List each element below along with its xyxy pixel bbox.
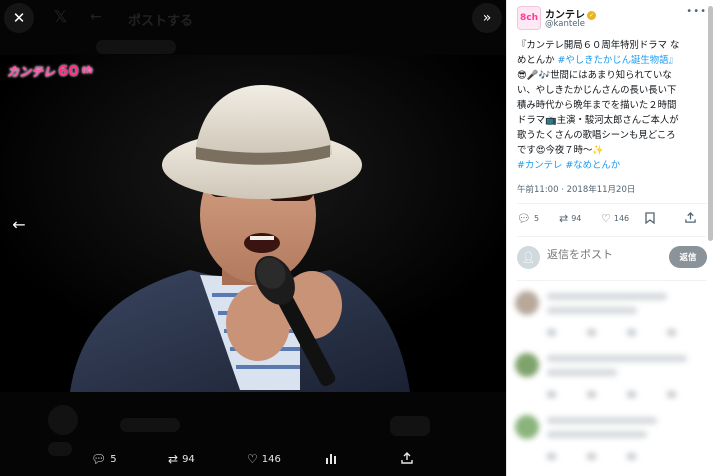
post-timestamp[interactable]: 午前11:00 · 2018年11月20日 [517, 183, 635, 195]
views-button[interactable] [325, 452, 337, 464]
share-icon [401, 452, 413, 464]
man-with-microphone-photo [0, 55, 506, 392]
arrow-left-icon: ← [12, 214, 26, 234]
like-button[interactable]: ♡ 146 [247, 452, 281, 466]
more-dots-icon: ••• [686, 6, 707, 17]
list-item [515, 409, 711, 471]
divider [517, 280, 707, 281]
x-logo-icon: 𝕏 [54, 7, 67, 26]
avatar[interactable]: 8ch [517, 6, 541, 30]
hashtag-links[interactable]: #カンテレ #なめとんか [517, 158, 707, 173]
heart-icon: ♡ [601, 212, 611, 225]
author-row: 8ch カンテレ ✓ @kantele ••• [517, 6, 709, 36]
repost-button[interactable]: ⇄ 94 [168, 452, 195, 466]
post-text: 『カンテレ開局６０周年特別ドラマ な めとんか #やしきたかじん誕生物語』 😎🎤… [517, 38, 707, 173]
list-item [515, 285, 711, 347]
close-icon: ✕ [12, 9, 26, 27]
previous-media-button[interactable]: ← [4, 209, 34, 239]
background-header-title: ポストする [128, 14, 194, 29]
repost-button[interactable]: ⇄ 94 [559, 212, 581, 225]
media-viewer: 𝕏 ← ポストする ✕ » カンテレ 60 th ← 💬︎ 5 ⇄ 94 ♡ 1… [0, 0, 714, 476]
verified-badge-icon: ✓ [587, 11, 596, 20]
collapse-sidebar-button[interactable]: » [472, 3, 502, 33]
media-pane: 𝕏 ← ポストする ✕ » カンテレ 60 th ← 💬︎ 5 ⇄ 94 ♡ 1… [0, 0, 506, 476]
reply-button[interactable]: 💬︎ 5 [91, 452, 117, 466]
hashtag-link[interactable]: #やしきたかじん誕生物語』 [555, 55, 677, 66]
post-actions: 💬︎ 5 ⇄ 94 ♡ 146 [517, 212, 707, 230]
divider [517, 203, 707, 204]
heart-icon: ♡ [247, 452, 258, 466]
close-button[interactable]: ✕ [4, 3, 34, 33]
share-button[interactable] [401, 452, 413, 464]
post-detail-sidebar: 8ch カンテレ ✓ @kantele ••• 『カンテレ開局６０周年特別ドラマ … [506, 0, 714, 476]
bookmark-button[interactable] [645, 212, 655, 224]
more-options-button[interactable]: ••• [686, 6, 707, 17]
scrollbar[interactable] [708, 6, 713, 241]
reply-button[interactable]: 💬︎ 5 [517, 212, 539, 225]
media-action-bar: 💬︎ 5 ⇄ 94 ♡ 146 [0, 448, 506, 476]
repost-icon: ⇄ [559, 212, 569, 225]
reply-input[interactable] [547, 249, 647, 261]
bar-chart-icon [326, 454, 336, 464]
bookmark-icon [645, 212, 655, 224]
replies-list-blurred [515, 285, 711, 471]
double-chevron-right-icon: » [482, 10, 492, 26]
repost-icon: ⇄ [168, 452, 179, 466]
back-arrow-icon: ← [90, 9, 102, 25]
like-button[interactable]: ♡ 146 [601, 212, 629, 225]
reply-submit-button[interactable]: 返信 [669, 246, 707, 268]
divider [517, 236, 707, 237]
user-avatar-icon: 👤︎ [517, 246, 540, 269]
reply-composer: 👤︎ 返信 [517, 245, 707, 271]
comment-icon: 💬︎ [517, 212, 531, 225]
share-button[interactable] [685, 212, 696, 223]
media-image: カンテレ 60 th [0, 55, 506, 392]
channel-logo: カンテレ 60 th [7, 62, 93, 80]
author-handle[interactable]: @kantele [545, 19, 585, 29]
share-icon [685, 212, 696, 223]
comment-icon: 💬︎ [91, 452, 107, 466]
list-item [515, 347, 711, 409]
